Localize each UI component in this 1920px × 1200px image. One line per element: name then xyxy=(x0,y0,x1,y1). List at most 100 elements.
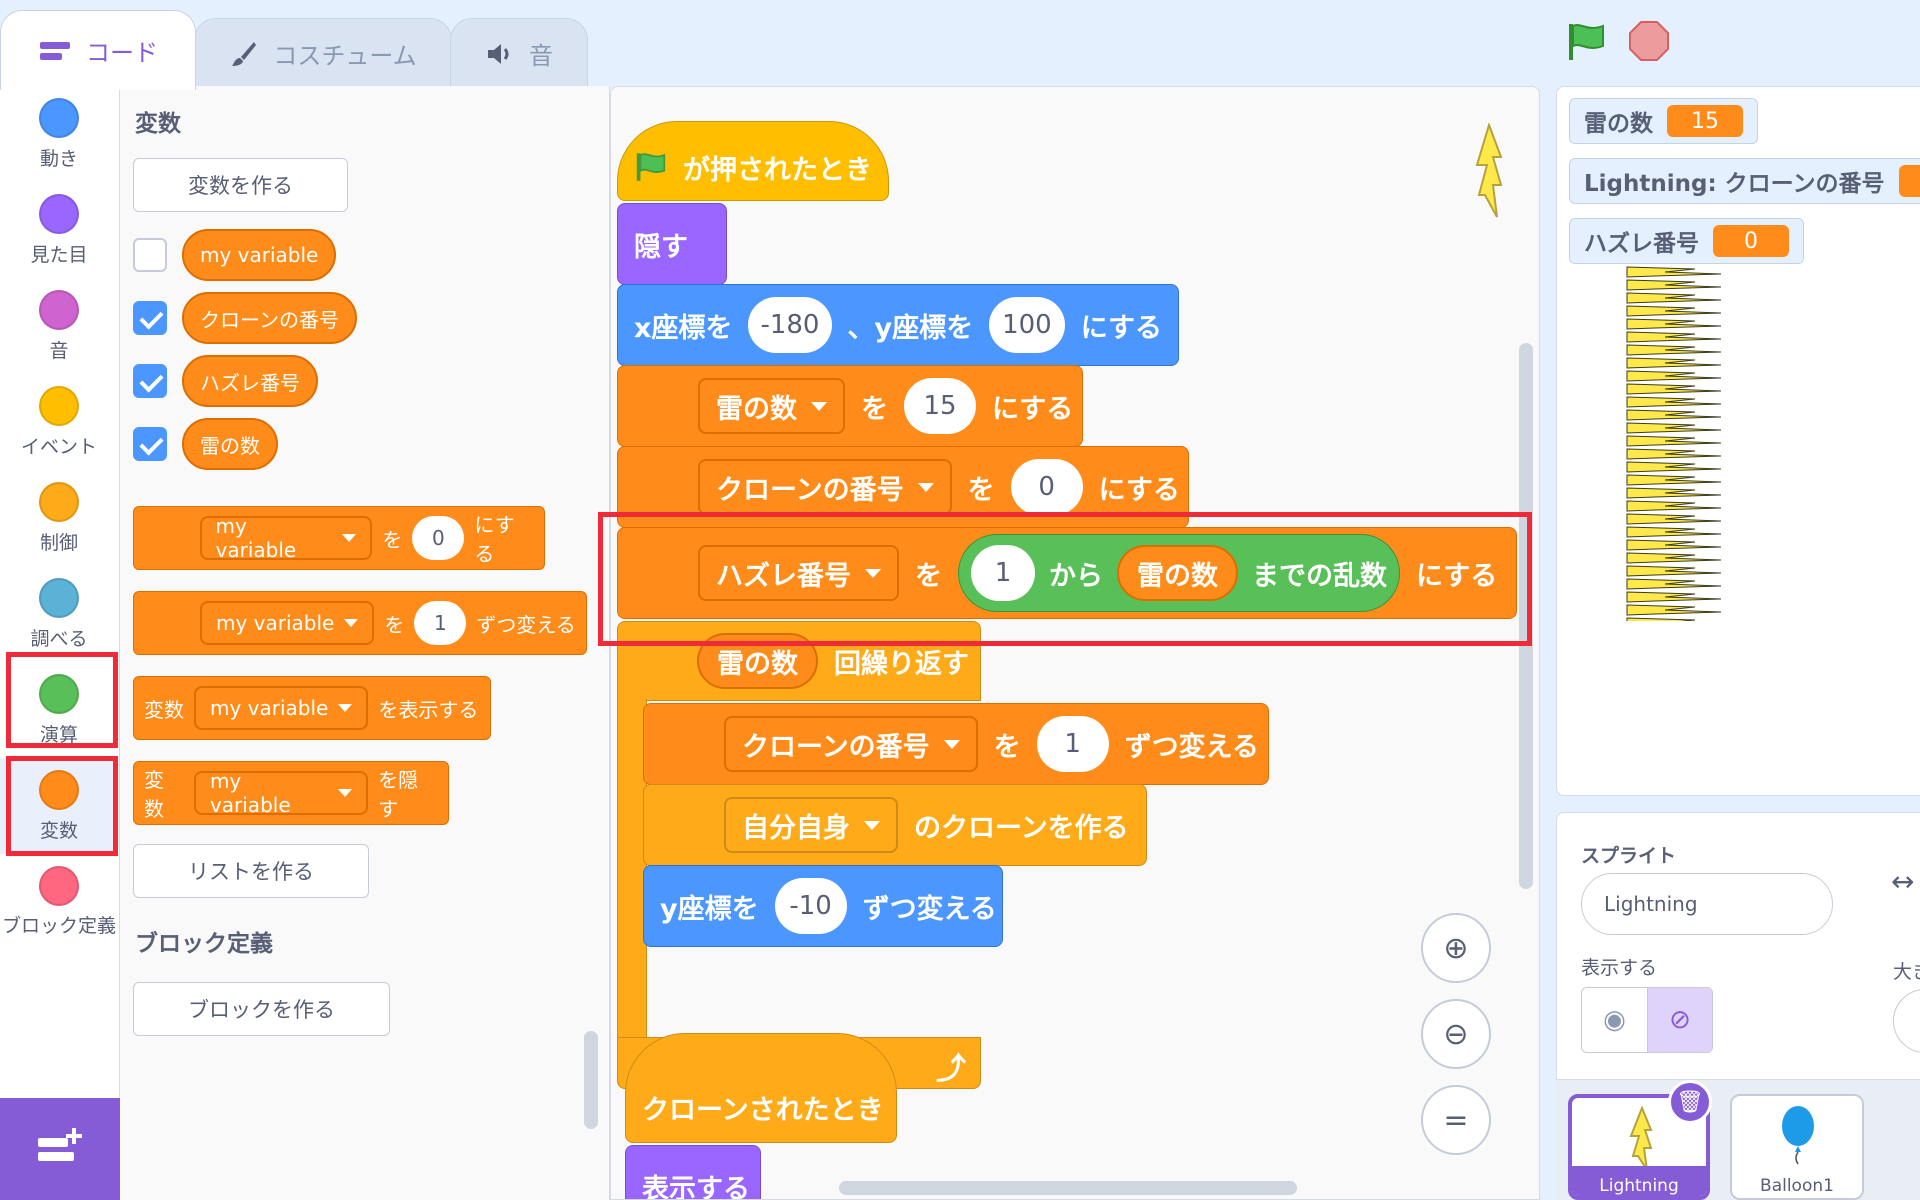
lightning-sprite-icon xyxy=(1475,123,1503,218)
variable-reporter-miss-number[interactable]: ハズレ番号 xyxy=(182,355,318,407)
palette-scrollbar[interactable] xyxy=(584,1031,598,1129)
zoom-reset-icon: = xyxy=(1443,1102,1469,1138)
monitor-lightning-count: 雷の数 15 xyxy=(1569,98,1758,144)
show-variable-dropdown[interactable]: my variable xyxy=(194,686,369,730)
goto-y-input[interactable]: 100 xyxy=(989,297,1065,353)
set-variable-value[interactable]: 0 xyxy=(412,516,465,560)
make-list-button[interactable]: リストを作る xyxy=(133,844,369,898)
tab-sounds[interactable]: 音 xyxy=(450,18,588,88)
tab-sounds-label: 音 xyxy=(529,42,553,70)
tab-costumes-label: コスチューム xyxy=(273,42,417,70)
variable-reporter-lightning-count[interactable]: 雷の数 xyxy=(182,418,278,470)
variable-reporter-my-variable[interactable]: my variable xyxy=(182,229,337,281)
highlight-set-random-block xyxy=(598,512,1532,646)
eye-slash-icon: ⊘ xyxy=(1669,1005,1691,1035)
set-lightning-count-dropdown[interactable]: 雷の数 xyxy=(698,378,845,434)
zoom-in-button[interactable]: ⊕ xyxy=(1421,913,1491,983)
set-lightning-count-block[interactable]: 雷の数 を 15 にする xyxy=(617,365,1083,447)
sensing-dot-icon xyxy=(39,578,79,618)
stage[interactable]: 雷の数 15 Lightning: クローンの番号 ハズレ番号 0 xyxy=(1556,86,1920,796)
add-extension-button[interactable] xyxy=(0,1098,120,1200)
zoom-out-button[interactable]: ⊖ xyxy=(1421,999,1491,1069)
category-looks[interactable]: 見た目 xyxy=(0,182,118,278)
variable-checkbox-clone-number[interactable] xyxy=(133,301,167,335)
sprite-thumb-balloon[interactable]: Balloon1 xyxy=(1730,1094,1864,1200)
variable-checkbox-my-variable[interactable] xyxy=(133,238,167,272)
speaker-icon xyxy=(488,43,509,64)
change-variable-block[interactable]: my variable を 1 ずつ変える xyxy=(133,591,587,655)
tab-costumes[interactable]: コスチューム xyxy=(194,18,452,88)
show-label: 表示する xyxy=(1581,957,1658,979)
zoom-out-icon: ⊖ xyxy=(1443,1016,1469,1052)
set-lightning-count-input[interactable]: 15 xyxy=(904,378,976,434)
script-horizontal-scrollbar[interactable] xyxy=(839,1181,1297,1195)
category-motion[interactable]: 動き xyxy=(0,86,118,182)
category-menu: 動き 見た目 音 イベント 制御 調べる 演算 変数 ブロック定義 xyxy=(0,86,120,1200)
x-arrow-icon: ↔ xyxy=(1891,865,1915,898)
show-sprite-button[interactable]: ◉ xyxy=(1582,988,1647,1052)
delete-sprite-button[interactable]: 🗑 xyxy=(1668,1080,1712,1124)
change-variable-dropdown[interactable]: my variable xyxy=(200,601,375,645)
zoom-in-icon: ⊕ xyxy=(1443,930,1469,966)
stop-icon[interactable] xyxy=(1628,20,1670,62)
set-variable-dropdown[interactable]: my variable xyxy=(199,514,373,562)
change-clone-number-dropdown[interactable]: クローンの番号 xyxy=(724,716,978,772)
show-block[interactable]: 表示する xyxy=(625,1145,761,1199)
add-extension-icon xyxy=(38,1128,82,1161)
tab-code[interactable]: コード xyxy=(0,10,196,90)
clone-target-dropdown[interactable]: 自分自身 xyxy=(724,797,898,853)
change-y-block[interactable]: y座標を -10 ずつ変える xyxy=(643,865,1003,947)
set-clone-number-input[interactable]: 0 xyxy=(1010,459,1083,515)
hide-block[interactable]: 隠す xyxy=(617,203,727,285)
variable-checkbox-miss-number[interactable] xyxy=(133,364,167,398)
sprite-name-input[interactable]: Lightning xyxy=(1581,873,1833,935)
change-variable-value[interactable]: 1 xyxy=(414,601,467,645)
when-flag-clicked-block[interactable]: が押されたとき xyxy=(617,121,889,201)
monitor-clone-number-value xyxy=(1898,165,1920,197)
variable-checkbox-lightning-count[interactable] xyxy=(133,427,167,461)
monitor-miss-number-value: 0 xyxy=(1713,225,1789,257)
repeat-arrow-icon: ⤴ xyxy=(936,1052,966,1087)
create-clone-block[interactable]: 自分自身 のクローンを作る xyxy=(643,784,1147,866)
brush-icon xyxy=(232,41,257,66)
zoom-reset-button[interactable]: = xyxy=(1421,1085,1491,1155)
hide-variable-dropdown[interactable]: my variable xyxy=(193,769,369,817)
hide-sprite-button[interactable]: ⊘ xyxy=(1647,988,1712,1052)
make-block-button[interactable]: ブロックを作る xyxy=(133,982,390,1036)
flag-icon xyxy=(636,153,666,181)
visibility-toggle: ◉ ⊘ xyxy=(1581,987,1713,1053)
category-control[interactable]: 制御 xyxy=(0,470,118,566)
monitor-lightning-count-value: 15 xyxy=(1667,105,1743,137)
sprite-thumb-lightning-label: Lightning xyxy=(1572,1166,1706,1196)
green-flag-icon[interactable] xyxy=(1565,20,1607,62)
change-clone-number-block[interactable]: クローンの番号 を 1 ずつ変える xyxy=(643,703,1269,785)
set-clone-number-dropdown[interactable]: クローンの番号 xyxy=(698,459,952,515)
hide-variable-block[interactable]: 変数 my variable を隠す xyxy=(133,761,449,825)
lightning-clones-icon xyxy=(1625,265,1725,621)
set-variable-block[interactable]: my variable を 0 にする xyxy=(133,506,545,570)
looks-dot-icon xyxy=(39,194,79,234)
change-y-input[interactable]: -10 xyxy=(774,878,847,934)
when-cloned-block[interactable]: クローンされたとき xyxy=(625,1033,897,1143)
category-events[interactable]: イベント xyxy=(0,374,118,470)
size-input[interactable] xyxy=(1893,989,1920,1053)
variable-reporter-clone-number[interactable]: クローンの番号 xyxy=(182,292,357,344)
make-variable-button[interactable]: 変数を作る xyxy=(133,158,348,212)
goto-x-input[interactable]: -180 xyxy=(748,297,832,353)
goto-xy-block[interactable]: x座標を -180 、y座標を 100 にする xyxy=(617,284,1179,366)
block-palette: 変数 変数を作る my variable クローンの番号 ハズレ番号 雷の数 m… xyxy=(120,86,610,1200)
control-dot-icon xyxy=(39,482,79,522)
category-sensing[interactable]: 調べる xyxy=(0,566,118,662)
show-variable-block[interactable]: 変数 my variable を表示する xyxy=(133,676,491,740)
palette-title-myblocks: ブロック定義 xyxy=(135,931,273,957)
palette-title-variables: 変数 xyxy=(135,111,181,137)
highlight-variables xyxy=(6,756,118,856)
code-icon xyxy=(40,41,70,60)
sound-dot-icon xyxy=(39,290,79,330)
sprite-label: スプライト xyxy=(1581,845,1677,867)
category-myblocks[interactable]: ブロック定義 xyxy=(0,854,118,950)
sprite-thumb-balloon-label: Balloon1 xyxy=(1760,1176,1834,1196)
change-clone-number-input[interactable]: 1 xyxy=(1036,716,1109,772)
tab-code-label: コード xyxy=(86,39,158,67)
category-sound[interactable]: 音 xyxy=(0,278,118,374)
